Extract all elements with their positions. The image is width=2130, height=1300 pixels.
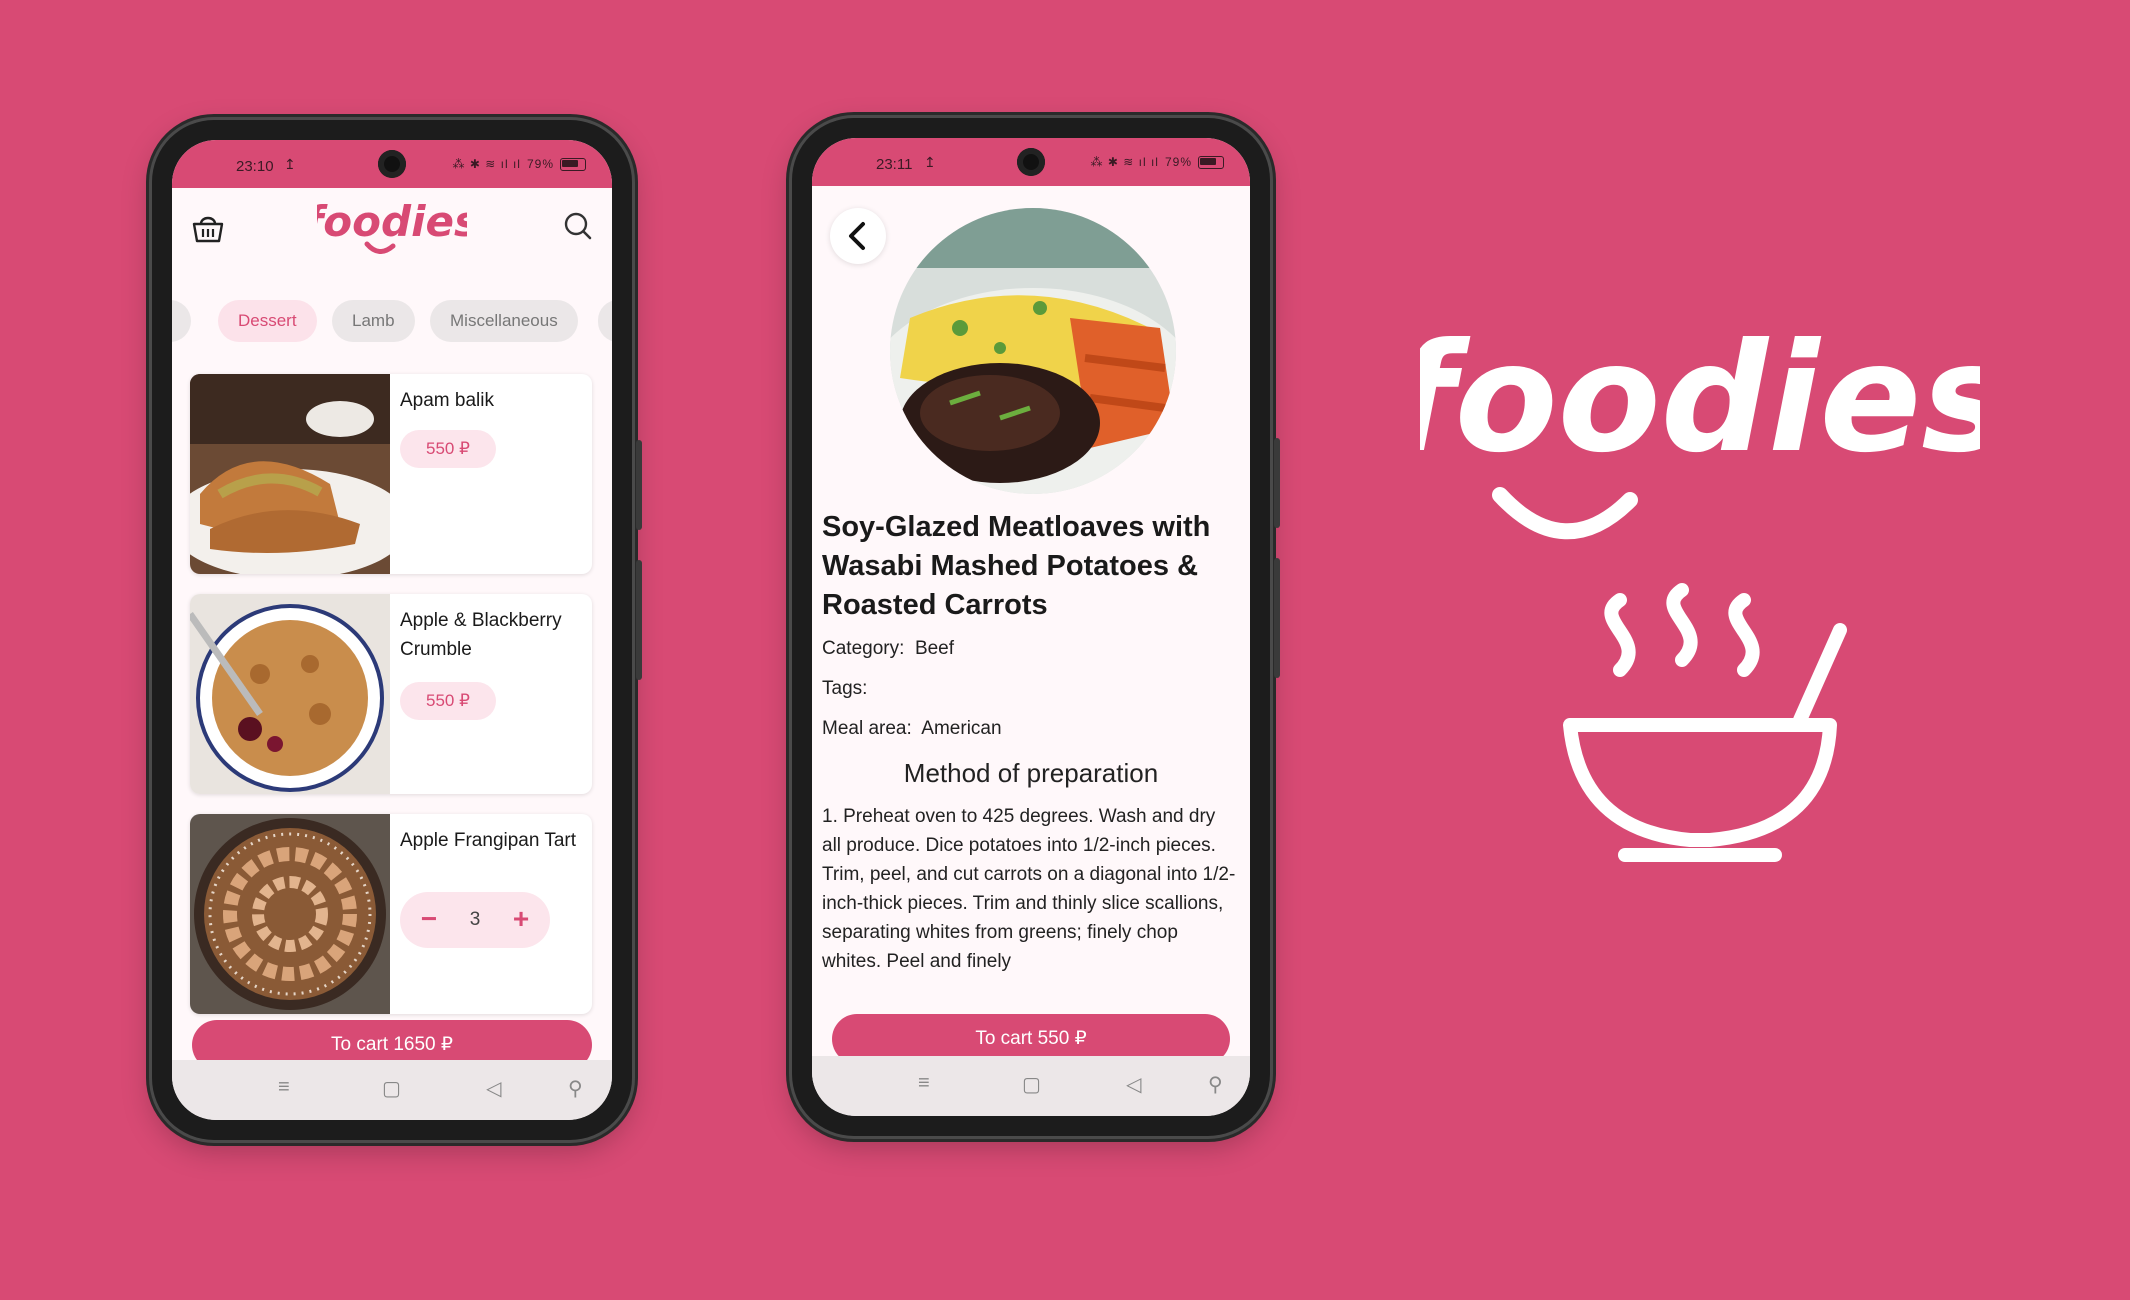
phone-side-button bbox=[1274, 438, 1280, 528]
product-image bbox=[190, 594, 390, 794]
brand-panel: foodies bbox=[1389, 300, 2011, 900]
back-icon[interactable]: ◁ bbox=[1126, 1072, 1141, 1097]
meal-area-row: Meal area: American bbox=[822, 718, 1002, 740]
chevron-left-icon bbox=[849, 222, 865, 250]
smile-icon bbox=[1492, 487, 1638, 540]
back-icon[interactable]: ◁ bbox=[486, 1076, 501, 1101]
product-title: Apple Frangipan Tart bbox=[400, 830, 577, 851]
product-card[interactable]: Apple & Blackberry Crumble 550 ₽ bbox=[190, 594, 592, 794]
upload-icon: ↥ bbox=[924, 154, 936, 170]
status-bar: 23:11 ↥ ⁂ ✱ ≋ ıl ıl 79% bbox=[812, 138, 1250, 186]
product-title: Apple & Blackberry Crumble bbox=[400, 610, 562, 660]
back-button[interactable] bbox=[830, 208, 886, 264]
category-chip[interactable] bbox=[598, 300, 612, 342]
category-chips: n Dessert Lamb Miscellaneous bbox=[172, 300, 612, 344]
status-time: 23:10 bbox=[236, 158, 274, 175]
system-nav-bar: ≡ ▢ ◁ ⚲ bbox=[812, 1056, 1250, 1116]
system-nav-bar: ≡ ▢ ◁ ⚲ bbox=[172, 1060, 612, 1120]
meal-area-value: American bbox=[921, 718, 1002, 739]
tags-label: Tags: bbox=[822, 678, 868, 699]
basket-icon[interactable] bbox=[190, 210, 226, 246]
product-card[interactable]: Apple Frangipan Tart − 3 + bbox=[190, 814, 592, 1014]
phone-side-button bbox=[1274, 558, 1280, 678]
search-icon[interactable] bbox=[562, 210, 594, 242]
category-value: Beef bbox=[914, 638, 955, 659]
home-icon[interactable]: ▢ bbox=[382, 1076, 401, 1101]
method-text: 1. Preheat oven to 425 degrees. Wash and… bbox=[822, 806, 1236, 972]
battery-icon bbox=[1198, 155, 1224, 169]
front-camera bbox=[1017, 148, 1045, 176]
recent-apps-icon[interactable]: ≡ bbox=[278, 1076, 290, 1099]
category-row: Category: Beef bbox=[822, 638, 954, 660]
app-logo: foodies bbox=[305, 194, 479, 269]
product-title: Apam balik bbox=[400, 390, 494, 411]
product-image bbox=[190, 374, 390, 574]
phone-mockup-detail: 23:11 ↥ ⁂ ✱ ≋ ıl ıl 79% Soy-Glazed Meatl… bbox=[792, 118, 1280, 1136]
method-heading: Method of preparation bbox=[903, 758, 1159, 788]
increase-button[interactable]: + bbox=[496, 892, 546, 948]
recipe-title: Soy-Glazed Meatloaves with Wasabi Mashed… bbox=[822, 511, 1211, 621]
phone-side-button bbox=[636, 560, 642, 680]
brand-logo-text: foodies bbox=[1420, 312, 1980, 486]
quantity-stepper: − 3 + bbox=[400, 892, 550, 948]
category-chip[interactable]: n bbox=[172, 300, 192, 342]
recent-apps-icon[interactable]: ≡ bbox=[918, 1072, 930, 1095]
status-icons: ⁂ ✱ ≋ ıl ıl 79% bbox=[453, 157, 586, 171]
phone-side-button bbox=[636, 440, 642, 530]
phone-mockup-menu: 23:10 ↥ ⁂ ✱ ≋ ıl ıl 79% foodies bbox=[152, 120, 642, 1140]
category-chip-active[interactable]: Dessert bbox=[218, 300, 317, 342]
price-button[interactable]: 550 ₽ bbox=[400, 430, 496, 468]
product-card[interactable]: Apam balik 550 ₽ bbox=[190, 374, 592, 574]
tags-row: Tags: bbox=[822, 678, 867, 700]
status-time: 23:11 bbox=[876, 156, 913, 173]
bowl-icon bbox=[1563, 583, 1847, 862]
status-bar: 23:10 ↥ ⁂ ✱ ≋ ıl ıl 79% bbox=[172, 140, 612, 188]
detail-screen: 23:11 ↥ ⁂ ✱ ≋ ıl ıl 79% Soy-Glazed Meatl… bbox=[812, 138, 1250, 1116]
decrease-button[interactable]: − bbox=[404, 892, 454, 948]
quantity-value: 3 bbox=[469, 909, 481, 930]
accessibility-icon[interactable]: ⚲ bbox=[568, 1076, 583, 1101]
front-camera bbox=[378, 150, 406, 178]
logo-text: foodies bbox=[317, 197, 467, 246]
category-chip[interactable]: Miscellaneous bbox=[430, 300, 578, 342]
signal-icon: ⁂ ✱ ≋ ıl ıl bbox=[452, 157, 521, 171]
product-image bbox=[190, 814, 390, 1014]
upload-icon: ↥ bbox=[284, 156, 296, 172]
battery-icon bbox=[560, 157, 586, 171]
app-bar: foodies bbox=[172, 188, 612, 276]
status-icons: ⁂ ✱ ≋ ıl ıl 79% bbox=[1091, 155, 1224, 169]
dish-image bbox=[890, 208, 1176, 494]
signal-icon: ⁂ ✱ ≋ ıl ıl bbox=[1090, 155, 1159, 169]
home-icon[interactable]: ▢ bbox=[1022, 1072, 1041, 1097]
accessibility-icon[interactable]: ⚲ bbox=[1208, 1072, 1223, 1097]
battery-percent: 79% bbox=[1164, 155, 1192, 169]
price-button[interactable]: 550 ₽ bbox=[400, 682, 496, 720]
category-chip[interactable]: Lamb bbox=[332, 300, 415, 342]
menu-screen: 23:10 ↥ ⁂ ✱ ≋ ıl ıl 79% foodies bbox=[172, 140, 612, 1120]
category-label: Category: bbox=[822, 638, 905, 659]
battery-percent: 79% bbox=[526, 157, 554, 171]
meal-area-label: Meal area: bbox=[822, 718, 912, 739]
brand-logo: foodies bbox=[1389, 312, 2011, 862]
